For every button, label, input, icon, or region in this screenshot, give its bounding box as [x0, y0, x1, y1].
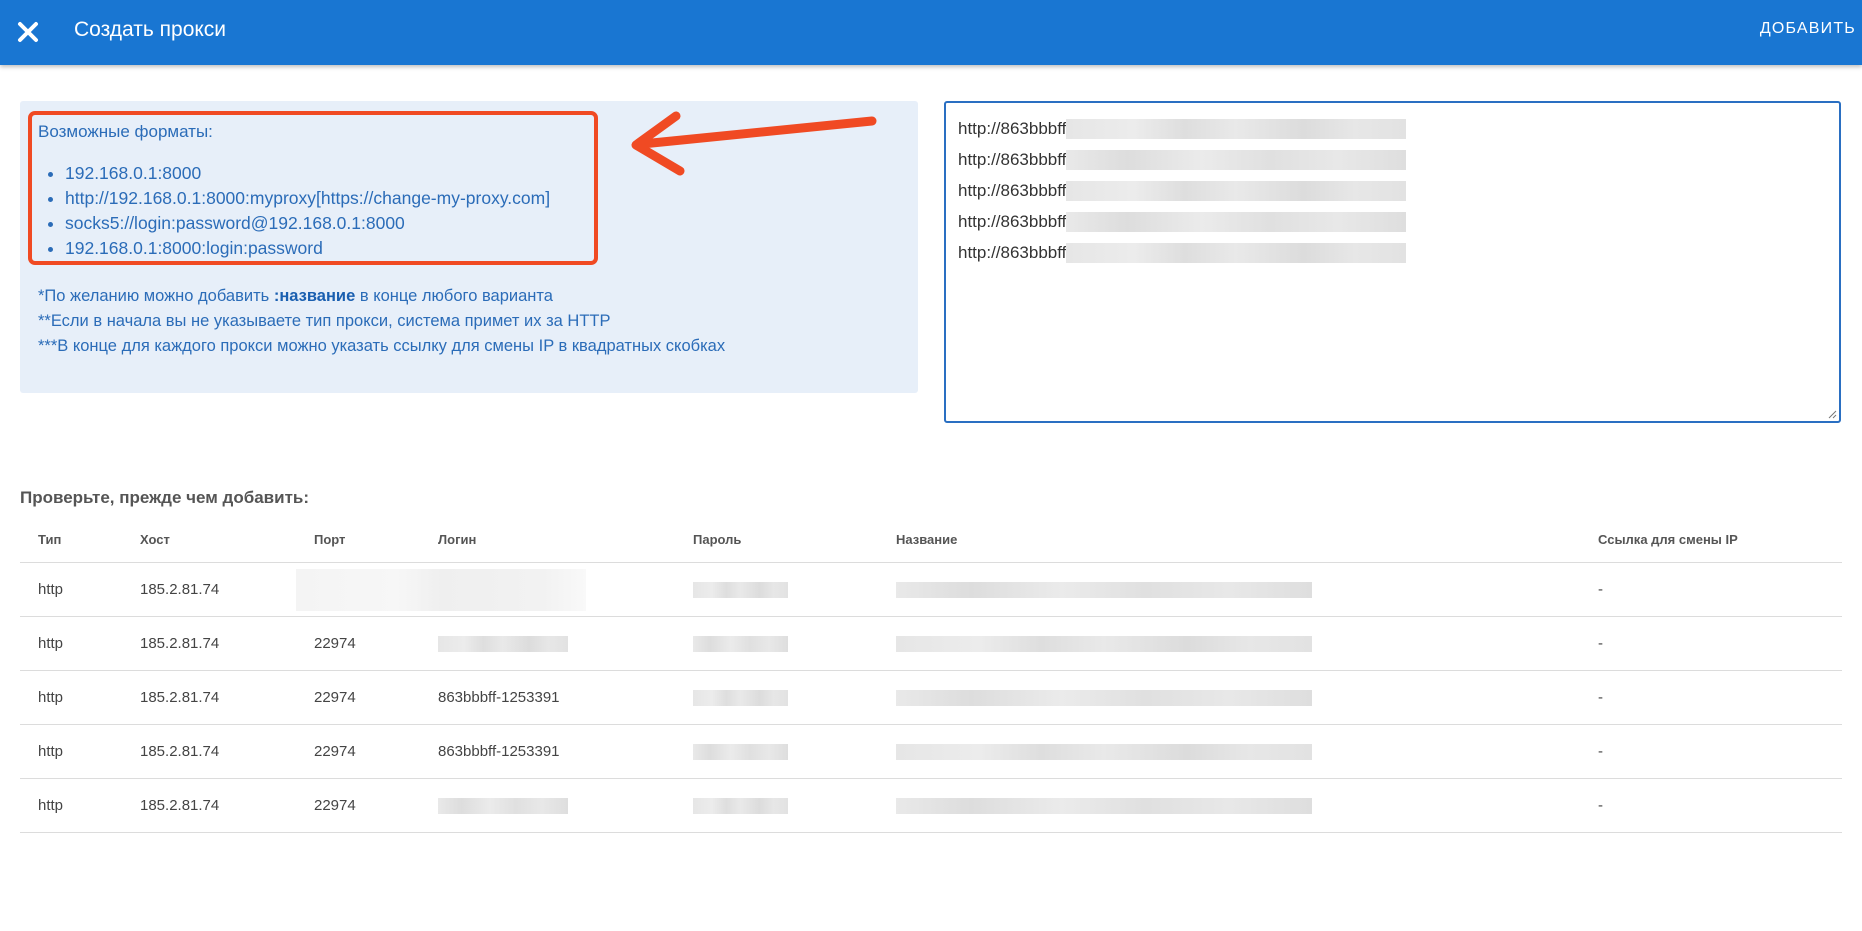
cell-name [878, 616, 1580, 671]
note-change-ip: ***В конце для каждого прокси можно указ… [38, 337, 726, 355]
column-header-password: Пароль [675, 516, 878, 563]
cell-password [675, 778, 878, 833]
redacted-text [896, 798, 1312, 815]
red-arrow-annotation [631, 111, 877, 176]
cell-type: http [20, 670, 122, 725]
redacted-text [1066, 242, 1407, 263]
cell-password [675, 670, 878, 725]
cell-password [675, 562, 878, 617]
proxy-line: http://863bbbff [958, 144, 1827, 175]
cell-change-ip-link: - [1580, 724, 1842, 779]
redacted-text [693, 690, 788, 707]
dialog-title: Создать прокси [74, 18, 227, 41]
column-header-type: Тип [20, 516, 122, 563]
cell-host: 185.2.81.74 [122, 562, 296, 617]
cell-type: http [20, 724, 122, 779]
redacted-text [1066, 180, 1407, 201]
cell-host: 185.2.81.74 [122, 670, 296, 725]
proxy-list-textarea[interactable]: http://863bbbff http://863bbbff http://8… [944, 101, 1841, 423]
table-row: http 185.2.81.74 22974 - [20, 616, 1842, 671]
column-header-port: Порт [296, 516, 420, 563]
redacted-text [693, 636, 788, 653]
table-header-row: Тип Хост Порт Логин Пароль Название Ссыл… [20, 516, 1842, 563]
column-header-name: Название [878, 516, 1580, 563]
cell-change-ip-link: - [1580, 616, 1842, 671]
note-name-keyword: :название [273, 287, 356, 305]
cell-name [878, 778, 1580, 833]
formats-list: 192.168.0.1:8000 http://192.168.0.1:8000… [38, 161, 550, 261]
cell-host: 185.2.81.74 [122, 724, 296, 779]
format-item: 192.168.0.1:8000 [65, 161, 550, 186]
redacted-text [296, 568, 586, 611]
redacted-text [896, 744, 1312, 761]
note-name-hint: *По желанию можно добавить :название в к… [38, 287, 553, 305]
redacted-text [693, 582, 788, 599]
preview-title: Проверьте, прежде чем добавить: [20, 488, 310, 507]
proxy-line: http://863bbbff [958, 113, 1827, 144]
table-row: http 185.2.81.74 - [20, 562, 1842, 617]
redacted-text [896, 690, 1312, 707]
column-header-host: Хост [122, 516, 296, 563]
cell-login: 863bbbff-1253391 [420, 670, 675, 725]
format-item: http://192.168.0.1:8000:myproxy[https://… [65, 186, 550, 211]
cell-change-ip-link: - [1580, 670, 1842, 725]
add-button[interactable]: ДОБАВИТЬ [1760, 20, 1856, 38]
cell-name [878, 670, 1580, 725]
cell-name [878, 562, 1580, 617]
proxy-line: http://863bbbff [958, 206, 1827, 237]
cell-port: 22974 [296, 616, 420, 671]
cell-port: 22974 [296, 670, 420, 725]
cell-type: http [20, 616, 122, 671]
resize-handle-icon[interactable] [1827, 409, 1837, 419]
cell-type: http [20, 778, 122, 833]
format-notes: *По желанию можно добавить :название в к… [38, 284, 725, 359]
table-row: http 185.2.81.74 22974 863bbbff-1253391 … [20, 724, 1842, 779]
formats-title: Возможные форматы: [38, 122, 213, 141]
note-default-type: **Если в начала вы не указываете тип про… [38, 312, 611, 330]
column-header-change-ip-link: Ссылка для смены IP [1580, 516, 1842, 563]
cell-login [420, 616, 675, 671]
cell-port: 22974 [296, 724, 420, 779]
cell-host: 185.2.81.74 [122, 778, 296, 833]
table-row: http 185.2.81.74 22974 - [20, 778, 1842, 833]
proxy-line: http://863bbbff [958, 175, 1827, 206]
table-row: http 185.2.81.74 22974 863bbbff-1253391 … [20, 670, 1842, 725]
redacted-text [438, 798, 568, 815]
redacted-text [438, 636, 568, 653]
top-app-bar: Создать прокси ДОБАВИТЬ [0, 0, 1862, 65]
redacted-text [1066, 118, 1407, 139]
column-header-login: Логин [420, 516, 675, 563]
cell-port-login [296, 562, 675, 617]
format-item: socks5://login:password@192.168.0.1:8000 [65, 211, 550, 236]
cell-name [878, 724, 1580, 779]
redacted-text [896, 636, 1312, 653]
cell-password [675, 724, 878, 779]
cell-login: 863bbbff-1253391 [420, 724, 675, 779]
close-icon [18, 22, 38, 42]
close-button[interactable] [12, 16, 44, 48]
cell-type: http [20, 562, 122, 617]
cell-change-ip-link: - [1580, 778, 1842, 833]
redacted-text [1066, 149, 1407, 170]
cell-password [675, 616, 878, 671]
cell-change-ip-link: - [1580, 562, 1842, 617]
format-item: 192.168.0.1:8000:login:password [65, 236, 550, 261]
proxy-line: http://863bbbff [958, 237, 1827, 268]
redacted-text [1066, 211, 1407, 232]
cell-host: 185.2.81.74 [122, 616, 296, 671]
redacted-text [896, 582, 1312, 599]
cell-port: 22974 [296, 778, 420, 833]
redacted-text [693, 744, 788, 761]
cell-login [420, 778, 675, 833]
redacted-text [693, 798, 788, 815]
proxy-preview-table: Тип Хост Порт Логин Пароль Название Ссыл… [20, 516, 1842, 833]
